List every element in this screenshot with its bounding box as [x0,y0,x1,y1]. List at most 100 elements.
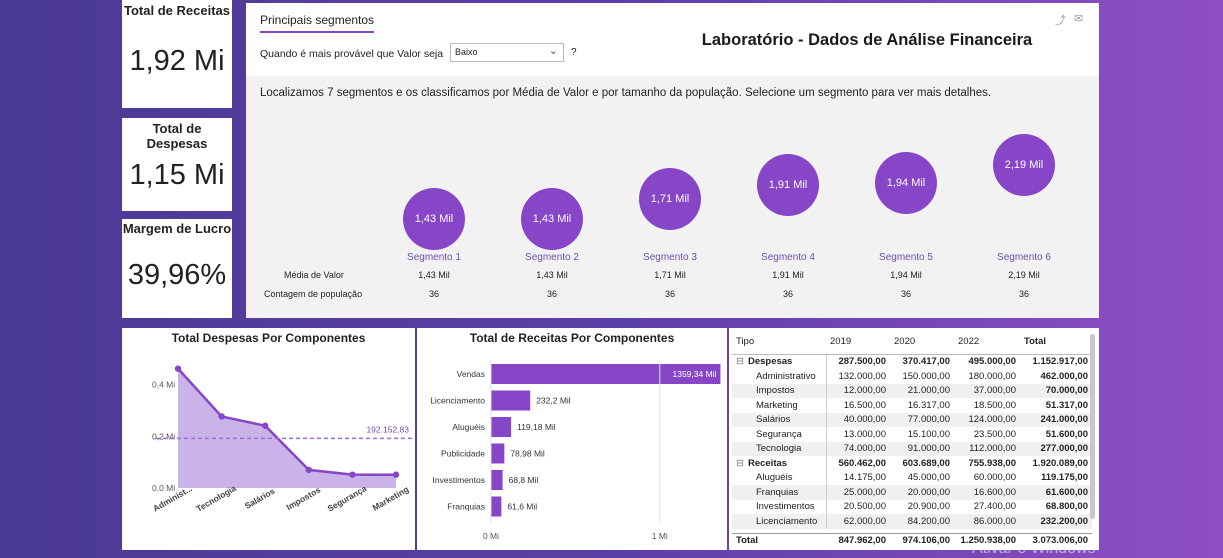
total-cell: 847.962,00 [826,532,890,548]
matrix-cell: 232.200,00 [1020,514,1092,529]
area-fill [178,368,396,488]
matrix-cell: 287.500,00 [825,354,890,369]
matrix-cell: 112.000,00 [954,441,1020,456]
row-label: Impostos [732,383,826,398]
help-icon[interactable]: ? [571,47,577,58]
bar-value-label: 68,8 Mil [509,475,539,485]
header-2019[interactable]: 2019 [826,334,890,349]
tab-principais-segmentos[interactable]: Principais segmentos [260,13,375,33]
bar-value-label: 1359,34 Mil [673,369,717,379]
matrix-row[interactable]: Administrativo 132.000,00 150.000,00 180.00… [732,369,1092,384]
matrix-scrollbar[interactable] [1090,334,1095,519]
kpi-card-margem[interactable]: Margem de Lucro 39,96% [122,219,232,318]
segment-name[interactable]: Segmento 2 [507,252,597,263]
matrix-cell: 62.000,00 [825,514,890,529]
y-tick-label: 0,0 Mi [152,483,175,493]
x-tick-label: Marketing [371,484,411,513]
matrix-row[interactable]: Impostos 12.000,00 21.000,00 37.000,00 70.00… [732,383,1092,398]
row-label: Tecnologia [732,441,826,456]
matrix-cell: 13.000,00 [825,427,890,442]
value-dropdown[interactable]: Baixo ⌄ [450,43,564,62]
bar[interactable] [491,470,503,490]
y-tick-label: 0,4 Mi [152,380,175,390]
matrix-row[interactable]: Licenciamento 62.000,00 84.200,00 86.000,00… [732,514,1092,529]
bar[interactable] [491,390,531,411]
feedback-icon[interactable]: ✉ [1074,12,1083,25]
segment-name[interactable]: Segmento 5 [861,252,951,263]
matrix-row[interactable]: Investimentos 20.500,00 20.900,00 27.400,00… [732,499,1092,514]
matrix-cell: 40.000,00 [825,412,890,427]
matrix-row[interactable]: Aluguéis 14.175,00 45.000,00 60.000,00 119.1… [732,470,1092,485]
receitas-bar-chart: Vendas 1359,34 Mil Licenciamento 232,2 Mil A… [430,360,721,541]
bar-value-label: 119,18 Mil [517,422,556,432]
segment-bubble[interactable]: 1,91 Mil [757,153,819,216]
bar-value-label: 61,6 Mil [507,502,537,512]
segment-bubble[interactable]: 1,43 Mil [521,188,583,250]
header-total[interactable]: Total [1020,334,1092,349]
matrix-cell: 20.000,00 [890,485,954,500]
x-tick-label: 1 Mi [652,531,668,541]
matrix-row[interactable]: Tecnologia 74.000,00 91.000,00 112.000,00 27… [732,441,1092,456]
matrix-group-row[interactable]: ⊟ Receitas 560.462,00 603.689,00 755.938,00 1… [732,456,1092,471]
bar[interactable] [491,417,512,437]
matrix-cell: 86.000,00 [954,514,1020,529]
matrix-table: Tipo 2019 2020 2022 Total ⊟ Despesas 287.5… [732,334,1092,548]
matrix-cell: 495.000,00 [954,354,1020,369]
average-label: 192.152,83 [366,424,409,434]
matrix-cell: 1.152.917,00 [1020,354,1092,369]
data-point[interactable] [392,471,400,478]
collapse-icon[interactable]: ⊟ [736,356,744,367]
total-label: Total [732,532,826,548]
bar-value-label: 78,98 Mil [510,449,545,459]
data-point[interactable] [218,413,225,420]
bar[interactable] [491,496,502,517]
matrix-row[interactable]: Marketing 16.500,00 16.317,00 18.500,00 51.3… [732,398,1092,413]
matrix-cell: 74.000,00 [825,441,890,456]
kpi-card-receitas[interactable]: Total de Receitas 1,92 Mi [122,0,232,108]
row-label: Marketing [732,398,826,413]
matrix-cell: 18.500,00 [954,398,1020,413]
category-label: Investimentos [433,475,485,485]
matrix-row[interactable]: Franquias 25.000,00 20.000,00 16.600,00 61.6… [732,485,1092,500]
row-label-contagem: Contagem de população [264,289,363,299]
matrix-row[interactable]: Salários 40.000,00 77.000,00 124.000,00 241.… [732,412,1092,427]
segment-name[interactable]: Segmento 1 [389,252,479,263]
segments-panel: Principais segmentos Laboratório - Dados… [246,3,1099,318]
segment-bubble[interactable]: 1,71 Mil [639,168,701,231]
segment-name[interactable]: Segmento 6 [979,252,1069,263]
data-point[interactable] [174,365,182,372]
segment-media-value: 1,91 Mil [772,270,804,280]
header-2020[interactable]: 2020 [890,334,954,349]
segment-media-value: 2,19 Mil [1008,270,1040,280]
matrix-group-row[interactable]: ⊟ Despesas 287.500,00 370.417,00 495.000,00 1… [732,354,1092,369]
segment-bubble[interactable]: 2,19 Mil [993,134,1055,197]
row-label: ⊟ Receitas [732,456,826,471]
data-point[interactable] [349,471,356,478]
group-label: Receitas [747,457,788,469]
header-tipo[interactable]: Tipo [732,334,826,349]
matrix-cell: 180.000,00 [954,369,1020,384]
matrix-cell: 1.920.089,00 [1020,456,1092,471]
bar[interactable] [491,443,505,464]
kpi-card-despesas[interactable]: Total de Despesas 1,15 Mi [122,118,232,211]
matrix-cell: 755.938,00 [954,456,1020,471]
matrix-cell: 21.000,00 [890,383,954,398]
data-point[interactable] [262,422,269,429]
header-2022[interactable]: 2022 [954,334,1020,349]
segment-bubble[interactable]: 1,94 Mil [875,151,937,214]
row-label: Segurança [732,427,826,442]
segment-bubble[interactable]: 1,43 Mil [403,188,465,250]
matrix-cell: 60.000,00 [954,470,1020,485]
matrix-row[interactable]: Segurança 13.000,00 15.100,00 23.500,00 51.6… [732,427,1092,442]
matrix-cell: 277.000,00 [1020,441,1092,456]
kpi-title: Total de Despesas [146,121,208,151]
share-icon[interactable]: ⤴ [1055,12,1066,28]
matrix-cell: 15.100,00 [890,427,954,442]
collapse-icon[interactable]: ⊟ [736,458,744,469]
segment-name[interactable]: Segmento 4 [743,252,833,263]
matrix-cell: 51.317,00 [1020,398,1092,413]
bar-value-label: 232,2 Mil [536,396,571,406]
category-label: Vendas [457,369,485,379]
segment-name[interactable]: Segmento 3 [625,252,715,263]
data-point[interactable] [305,466,312,474]
